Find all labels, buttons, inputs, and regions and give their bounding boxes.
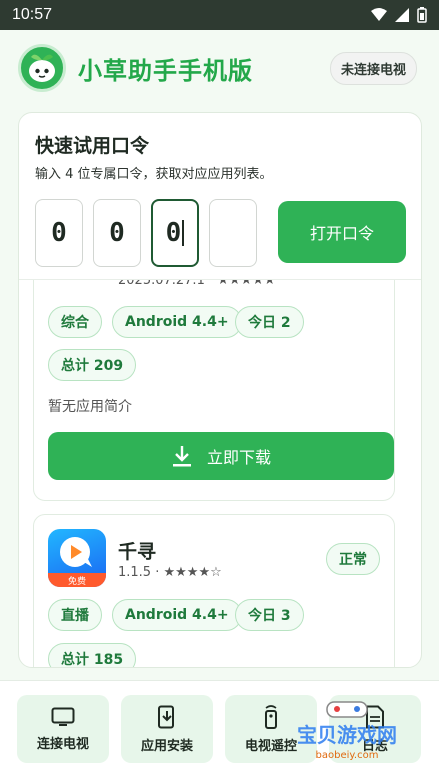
code-digit-2[interactable]: 0 [93, 199, 141, 267]
tag-chip: Android 4.4+ [112, 306, 242, 338]
tag-chip: 直播 [48, 599, 102, 631]
nav-connect-tv[interactable]: 连接电视 [17, 695, 109, 763]
remote-icon [265, 704, 277, 729]
open-code-button[interactable]: 打开口令 [278, 201, 406, 263]
app-icon: 免费 [48, 529, 106, 587]
bottom-nav: 连接电视 应用安装 电视遥控 日志 [0, 680, 439, 780]
nav-label: 电视遥控 [244, 738, 297, 754]
free-badge: 免费 [48, 573, 106, 587]
nav-log[interactable]: 日志 [329, 695, 421, 763]
tag-chip: 总计 185 [48, 643, 137, 667]
tv-icon [51, 707, 75, 726]
status-badge: 正常 [326, 543, 380, 575]
app-name: 千寻 [118, 541, 157, 563]
nav-tv-remote[interactable]: 电视遥控 [225, 695, 317, 763]
nav-label: 应用安装 [140, 738, 193, 754]
app-title: 小草助手手机版 [78, 56, 253, 85]
text-caret [182, 220, 185, 246]
app-list[interactable]: 2025.07.27.1 · ★★★★★ 综合 Android 4.4+ 今日 … [19, 280, 421, 667]
quick-code-subtitle: 输入 4 位专属口令，获取对应应用列表。 [35, 167, 273, 182]
nav-label: 日志 [361, 738, 388, 754]
quick-code-title: 快速试用口令 [35, 135, 150, 157]
tag-chip: 今日 3 [235, 599, 304, 631]
signal-icon [395, 8, 409, 22]
app-intro: 暂无应用简介 [48, 399, 132, 415]
download-button[interactable]: 立即下载 [48, 432, 394, 480]
code-digit-3[interactable]: 0 [151, 199, 199, 267]
app-version: 1.1.5 · ★★★★☆ [118, 565, 222, 580]
connection-status-chip[interactable]: 未连接电视 [329, 52, 417, 85]
tag-chip: 综合 [48, 306, 102, 338]
app-header: 小草助手手机版 未连接电视 [0, 30, 439, 106]
tag-chip: Android 4.4+ [112, 599, 242, 631]
log-icon [366, 705, 384, 728]
app-logo-icon [18, 44, 66, 92]
code-digit-1[interactable]: 0 [35, 199, 83, 267]
code-digit-4[interactable] [209, 199, 257, 267]
nav-app-install[interactable]: 应用安装 [121, 695, 213, 763]
download-label: 立即下载 [206, 448, 271, 467]
status-time: 10:57 [12, 6, 53, 23]
install-icon [158, 705, 174, 728]
tag-chip: 今日 2 [235, 306, 304, 338]
app-card: 免费 千寻 1.1.5 · ★★★★☆ 正常 直播 Android 4.4+ 今… [33, 514, 395, 667]
app-card: 2025.07.27.1 · ★★★★★ 综合 Android 4.4+ 今日 … [33, 280, 395, 501]
download-icon [172, 446, 191, 467]
wifi-icon [371, 8, 387, 21]
status-bar: 10:57 [0, 0, 439, 30]
main-card: 快速试用口令 输入 4 位专属口令，获取对应应用列表。 0 0 0 打开口令 2… [18, 112, 422, 668]
tag-chip: 总计 209 [48, 349, 137, 381]
nav-label: 连接电视 [36, 736, 89, 752]
battery-icon [417, 7, 427, 23]
app-version: 2025.07.27.1 · ★★★★★ [118, 280, 276, 288]
